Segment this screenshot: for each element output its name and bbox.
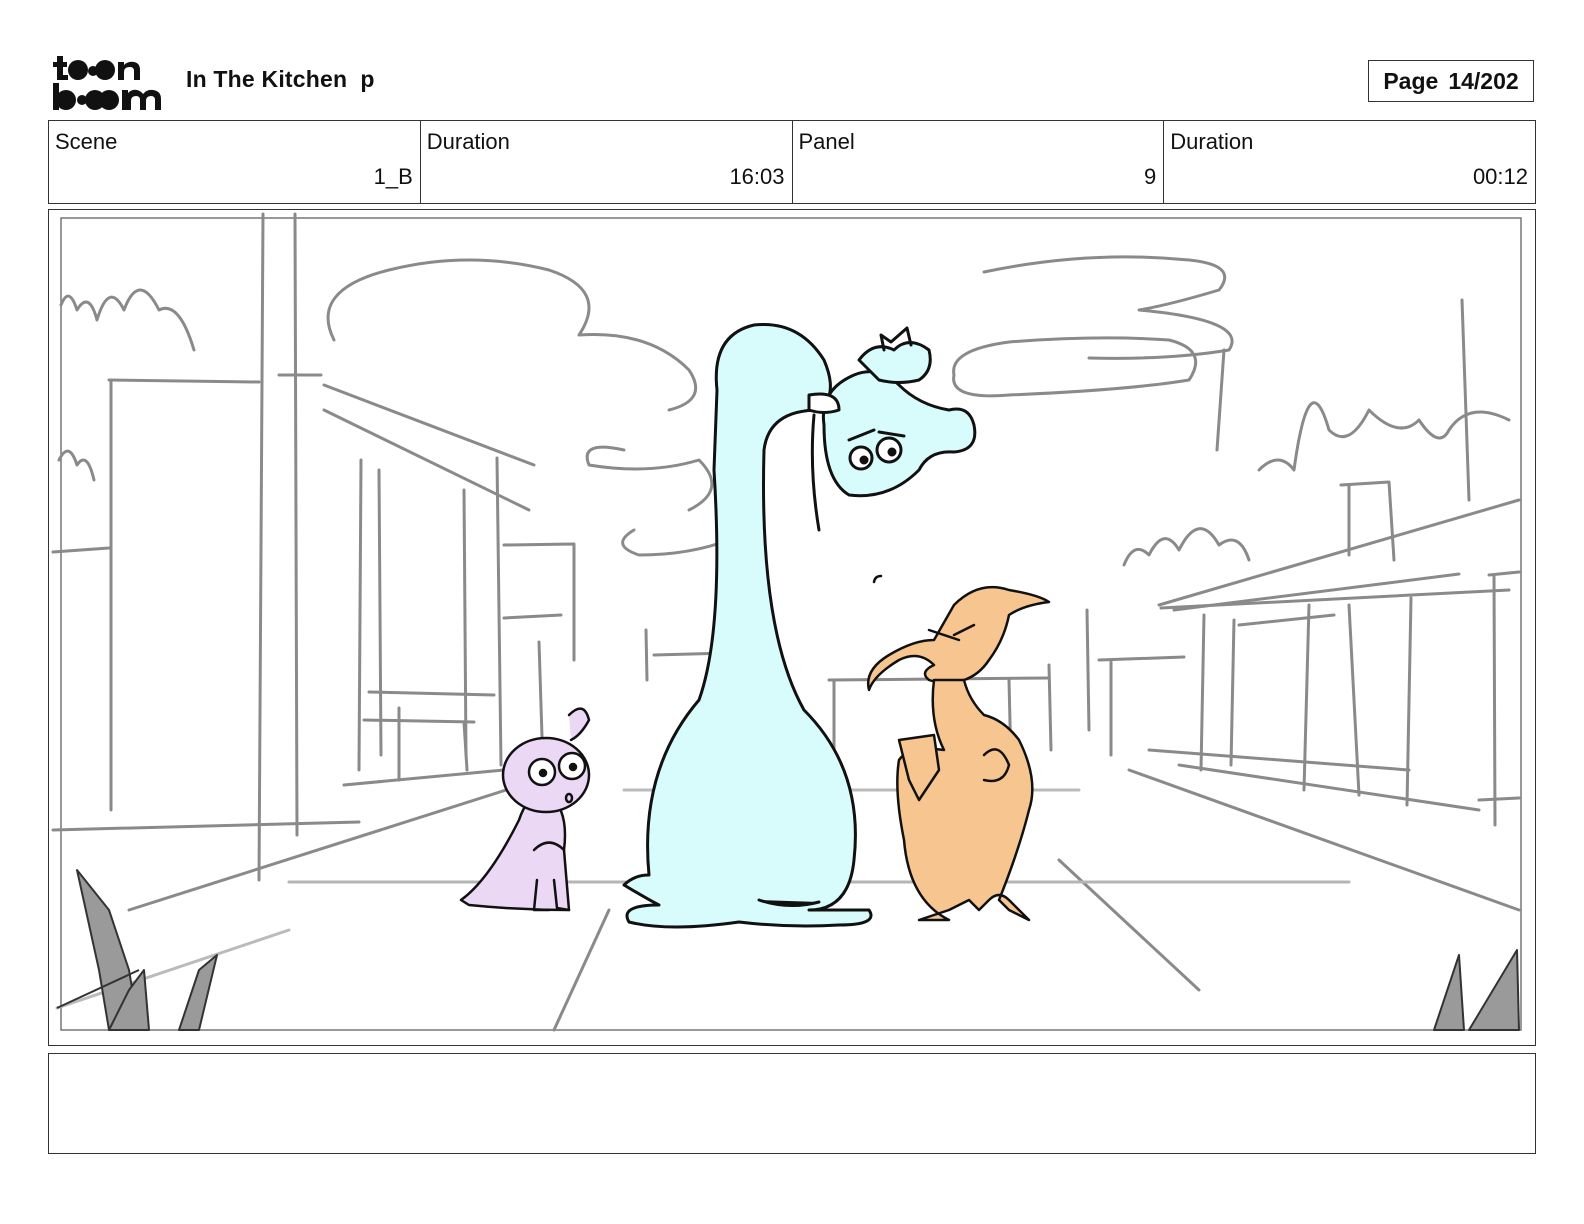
scene-duration-cell: Duration 16:03 <box>421 121 793 203</box>
scene-duration-value: 16:03 <box>729 164 785 189</box>
page-indicator: Page 14/202 <box>1368 60 1534 102</box>
panel-duration-value: 00:12 <box>1472 164 1528 189</box>
panel-label: Panel <box>798 129 855 154</box>
panel-cell: Panel 9 <box>793 121 1165 203</box>
toonboom-logo <box>53 56 161 110</box>
storyboard-panel-image <box>48 209 1536 1046</box>
storyboard-sketch <box>51 212 1522 1032</box>
scene-cell: Scene 1_B <box>49 121 421 203</box>
scene-label: Scene <box>55 129 118 154</box>
bird-character <box>866 574 1051 922</box>
panel-duration-cell: Duration 00:12 <box>1164 121 1535 203</box>
scene-value: 1_B <box>373 164 413 189</box>
scene-duration-label: Duration <box>426 129 510 154</box>
panel-duration-label: Duration <box>1170 129 1254 154</box>
kid-character <box>459 707 591 912</box>
panel-value: 9 <box>1144 164 1157 189</box>
page-value: 14/202 <box>1448 67 1519 94</box>
panel-notes-box <box>48 1053 1536 1154</box>
project-title: In The Kitchen p <box>186 66 375 92</box>
page-label: Page <box>1383 67 1439 94</box>
panel-info-table: Scene 1_B Duration 16:03 Panel 9 Duratio… <box>48 120 1536 204</box>
